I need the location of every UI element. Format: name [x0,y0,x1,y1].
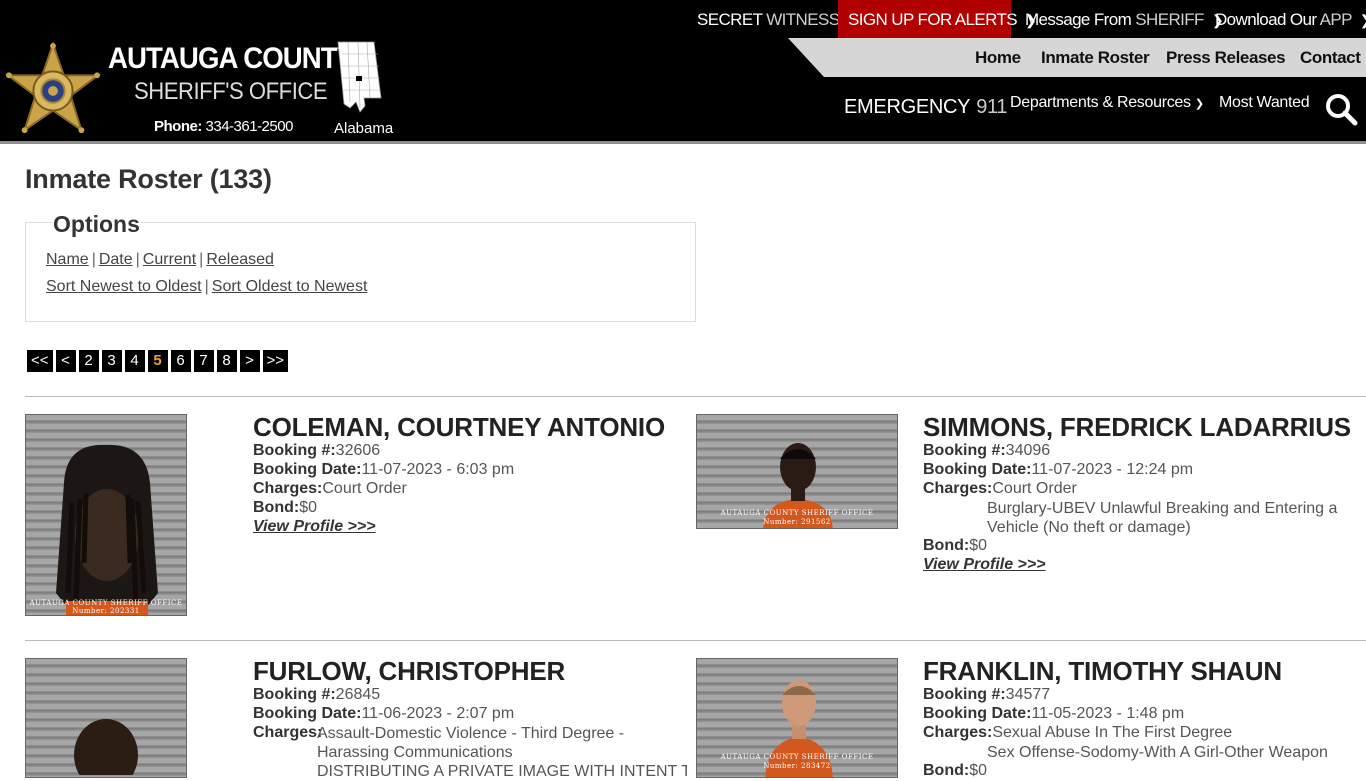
phone-label: Phone: [154,118,202,135]
pager-last[interactable]: >> [262,350,289,372]
primary-nav: Home Inmate Roster Press Releases Contac… [788,38,1366,77]
filter-name-link[interactable]: Name [46,251,89,268]
pager-page-current[interactable]: 5 [147,350,168,372]
search-icon[interactable] [1324,92,1358,126]
download-app-link[interactable]: Download Our APP ❯ [1215,0,1366,38]
bond: Bond:$0 [253,499,317,516]
charges: Charges:Sexual Abuse In The First Degree [923,724,1233,741]
filter-current-link[interactable]: Current [143,251,196,268]
download-label-b: APP [1319,10,1353,29]
emergency-label: EMERGENCY [844,96,971,118]
charge-item: Burglary-UBEV Unlawful Breaking and Ente… [987,500,1338,536]
departments-label: Departments & Resources [1010,94,1191,111]
inmate-name[interactable]: FURLOW, CHRISTOPHER [253,656,565,687]
secret-witness-label-b: WITNESS [766,10,840,29]
photo-caption: AUTAUGA COUNTY SHERIFF OFFICE [720,753,874,761]
departments-dropdown[interactable]: Departments & Resources ❯ [1010,94,1204,112]
secret-witness-link[interactable]: SECRET WITNESS ❯ [697,0,859,38]
brand-county-name[interactable]: AUTAUGA COUNTY [108,42,355,76]
pager-first[interactable]: << [27,350,53,372]
site-header: AUTAUGA COUNTY SHERIFF'S OFFICE Phone: 3… [0,38,1366,144]
mugshot-figure [74,719,138,775]
message-label-b: SHERIFF [1135,10,1204,29]
pager-page[interactable]: 7 [193,350,214,372]
booking-number: Booking #:34577 [923,686,1051,703]
options-legend: Options [52,211,141,238]
filter-links: Name | Date | Current | Released [46,251,274,268]
pagination: << < 2 3 4 5 6 7 8 > >> [27,350,289,372]
chevron-down-icon: ❯ [1194,98,1204,110]
bond: Bond:$0 [923,537,987,554]
view-profile-link[interactable]: View Profile >>> [923,556,1046,574]
pager-page[interactable]: 4 [124,350,145,372]
booking-date: Booking Date:11-07-2023 - 12:24 pm [923,461,1194,478]
pager-page[interactable]: 6 [170,350,191,372]
booking-number: Booking #:26845 [253,686,381,703]
page-title: Inmate Roster (133) [25,164,272,194]
sort-links: Sort Newest to Oldest | Sort Oldest to New… [46,278,368,295]
charge-item: Assault-Domestic Violence - Third Degree… [317,725,625,761]
photo-caption-number: Number: 291562 [763,518,831,526]
nav-home[interactable]: Home [975,38,1021,77]
sign-up-alerts-link[interactable]: SIGN UP FOR ALERTS ❯ [838,0,1037,38]
photo-caption: AUTAUGA COUNTY SHERIFF OFFICE [720,509,874,517]
mugshot-figure [56,444,158,615]
header-phone: Phone: 334-361-2500 [154,118,293,135]
sort-oldest-link[interactable]: Sort Oldest to Newest [212,278,368,295]
nav-contact[interactable]: Contact [1300,38,1361,77]
row-divider [25,640,1366,641]
inmate-photo[interactable] [25,658,187,778]
inmate-photo[interactable]: AUTAUGA COUNTY SHERIFF OFFICE Number: 20… [25,414,187,616]
booking-number: Booking #:34096 [923,442,1051,459]
brand-office-name[interactable]: SHERIFF'S OFFICE [134,78,328,106]
charge-item: Sex Offense-Sodomy-With A Girl-Other Wea… [987,744,1328,761]
pager-prev[interactable]: < [55,350,76,372]
inmate-name[interactable]: SIMMONS, FREDRICK LADARRIUS [923,412,1351,443]
alerts-label-b: FOR ALERTS [917,10,1018,29]
nav-inmate-roster[interactable]: Inmate Roster [1041,38,1150,77]
filter-date-link[interactable]: Date [99,251,133,268]
photo-caption-number: Number: 283472 [763,762,831,770]
filter-released-link[interactable]: Released [206,251,274,268]
alabama-map-icon [337,41,382,113]
sheriff-star-badge-icon[interactable] [4,42,102,136]
alerts-label-a: SIGN UP [848,10,914,29]
inmate-photo[interactable]: AUTAUGA COUNTY SHERIFF OFFICE Number: 29… [696,414,898,529]
nav-press-releases[interactable]: Press Releases [1166,38,1286,77]
bond: Bond:$0 [923,762,987,779]
inmate-name[interactable]: FRANKLIN, TIMOTHY SHAUN [923,656,1282,687]
emergency-911[interactable]: EMERGENCY 911 [844,96,1008,119]
nav-most-wanted[interactable]: Most Wanted [1219,94,1310,112]
photo-caption-number: Number: 202331 [72,607,140,615]
state-label: Alabama [334,120,394,137]
secret-witness-label-a: SECRET [697,10,763,29]
pager-page[interactable]: 2 [78,350,99,372]
top-utility-bar: SECRET WITNESS ❯ SIGN UP FOR ALERTS ❯ Me… [0,0,1366,38]
sort-newest-link[interactable]: Sort Newest to Oldest [46,278,202,295]
charges: Charges:Court Order [253,480,407,497]
pager-page[interactable]: 8 [216,350,237,372]
emergency-number: 911 [976,96,1008,118]
booking-date: Booking Date:11-07-2023 - 6:03 pm [253,461,515,478]
booking-date: Booking Date:11-06-2023 - 2:07 pm [253,705,515,722]
inmate-name[interactable]: COLEMAN, COURTNEY ANTONIO [253,412,665,443]
booking-date: Booking Date:11-05-2023 - 1:48 pm [923,705,1185,722]
charges-label: Charges: [253,724,323,741]
charge-item: DISTRIBUTING A PRIVATE IMAGE WITH INTENT… [317,763,687,780]
download-label-a: Download Our [1215,10,1317,29]
inmate-photo[interactable]: AUTAUGA COUNTY SHERIFF OFFICE Number: 28… [696,658,898,778]
charges: Charges:Court Order [923,480,1077,497]
pager-next[interactable]: > [239,350,260,372]
message-label-a: Message From [1025,10,1132,29]
chevron-right-icon: ❯ [1360,0,1366,40]
message-from-sheriff-link[interactable]: Message From SHERIFF ❯ [1025,0,1224,38]
phone-number: 334-361-2500 [205,118,294,135]
view-profile-link[interactable]: View Profile >>> [253,518,376,536]
booking-number: Booking #:32606 [253,442,381,459]
row-divider [25,396,1366,397]
pager-page[interactable]: 3 [101,350,122,372]
